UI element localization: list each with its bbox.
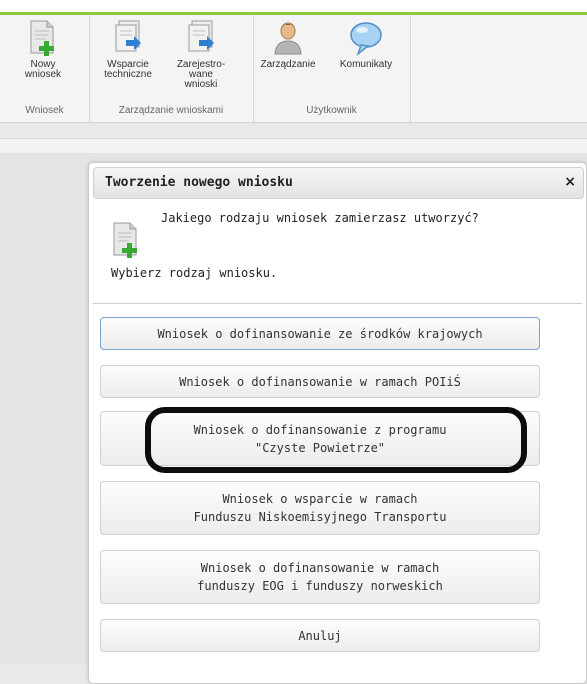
- new-application-button[interactable]: Nowy wniosek: [14, 19, 72, 80]
- option-national-funds-button[interactable]: Wniosek o dofinansowanie ze środków kraj…: [100, 317, 540, 350]
- documents-arrow-icon: [115, 20, 141, 52]
- ribbon-group-label: Użytkownik: [306, 105, 357, 116]
- top-bar: [0, 0, 587, 12]
- messages-button[interactable]: Komunikaty: [327, 19, 405, 70]
- dialog-question: Jakiego rodzaju wniosek zamierzasz utwor…: [161, 211, 479, 225]
- messages-label: Komunikaty: [339, 59, 393, 70]
- option-poiis-button[interactable]: Wniosek o dofinansowanie w ramach POIiŚ: [100, 365, 540, 398]
- divider: [93, 303, 582, 304]
- option-eea-norway-grants-button[interactable]: Wniosek o dofinansowanie w ramach fundus…: [100, 550, 540, 604]
- dialog-title: Tworzenie nowego wniosku: [105, 175, 293, 190]
- option-clean-air-button[interactable]: Wniosek o dofinansowanie z programu "Czy…: [100, 411, 540, 466]
- user-icon: [274, 22, 302, 55]
- ribbon-group-label: Zarządzanie wnioskami: [118, 105, 224, 116]
- dialog-subtitle: Wybierz rodzaj wniosku.: [111, 266, 278, 280]
- content-header-strip: [0, 138, 587, 154]
- registered-applications-button[interactable]: Zarejestro- wane wnioski: [169, 19, 233, 90]
- ribbon-group-label: Wniosek: [25, 105, 64, 116]
- cancel-button[interactable]: Anuluj: [100, 619, 540, 652]
- ribbon-group-user: Zarządzanie Komunikaty Użytkownik: [253, 15, 411, 122]
- new-application-label: Nowy wniosek: [24, 59, 62, 80]
- management-label: Zarządzanie: [260, 59, 316, 70]
- documents-arrow-icon: [188, 20, 214, 52]
- dialog-titlebar[interactable]: Tworzenie nowego wniosku ×: [93, 167, 584, 199]
- ribbon-group-wniosek: Nowy wniosek Wniosek: [0, 15, 90, 122]
- management-button[interactable]: Zarządzanie: [253, 19, 323, 70]
- technical-support-button[interactable]: Wsparcie techniczne: [93, 19, 163, 80]
- speech-bubble-icon: [350, 22, 382, 57]
- new-application-dialog: Tworzenie nowego wniosku × Jakiego rodza…: [88, 162, 587, 684]
- close-icon[interactable]: ×: [564, 174, 576, 190]
- option-low-emission-transport-button[interactable]: Wniosek o wsparcie w ramach Funduszu Nis…: [100, 481, 540, 535]
- new-document-icon: [30, 20, 54, 56]
- ribbon-toolbar: Nowy wniosek Wniosek Wsparcie techniczne: [0, 15, 587, 123]
- new-document-icon: [113, 222, 137, 258]
- ribbon-group-manage-applications: Wsparcie techniczne Zarejestro- wane wni…: [89, 15, 254, 122]
- technical-support-label: Wsparcie techniczne: [104, 59, 152, 80]
- registered-applications-label: Zarejestro- wane wnioski: [176, 59, 226, 90]
